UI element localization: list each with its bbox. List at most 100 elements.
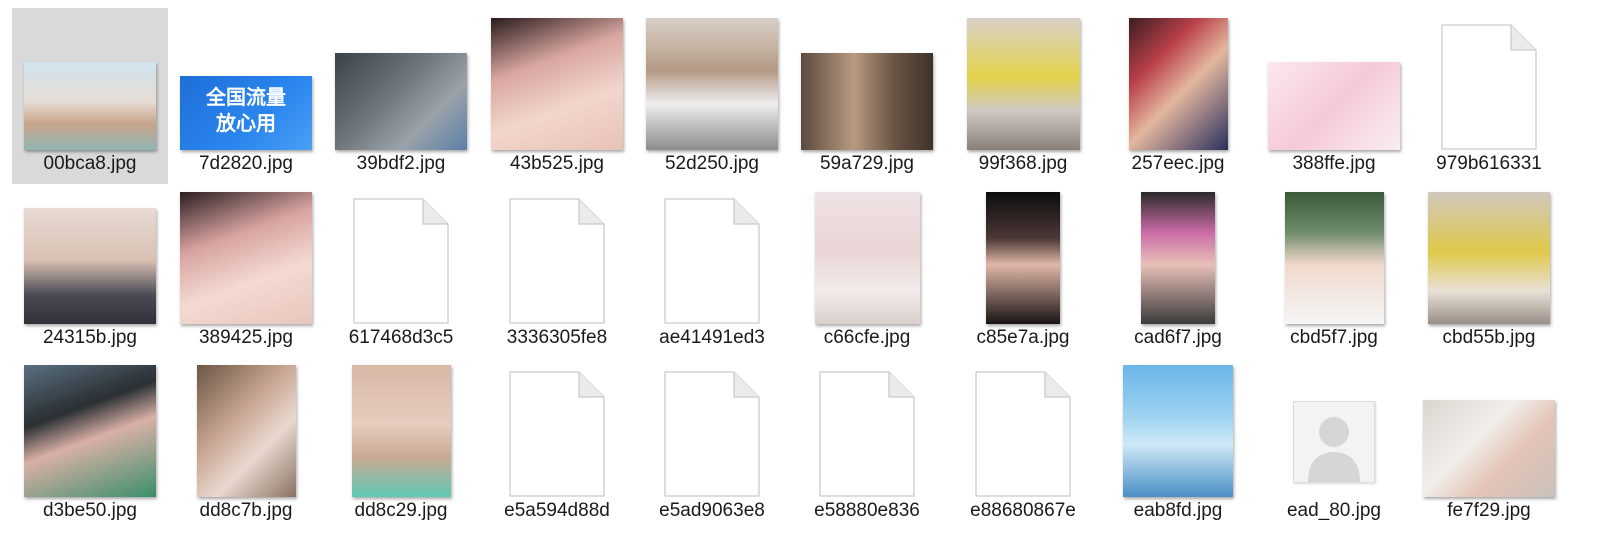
thumbnail-area [1411, 182, 1567, 324]
file-item[interactable]: cad6f7.jpg [1100, 182, 1256, 358]
image-thumbnail [1268, 62, 1400, 150]
file-name-label: 7d2820.jpg [198, 153, 294, 174]
file-item[interactable]: e58880e836 [789, 355, 945, 531]
file-name-label: 24315b.jpg [42, 327, 138, 348]
file-item[interactable]: e88680867e [945, 355, 1101, 531]
file-name-label: ae41491ed3 [659, 327, 765, 348]
file-item[interactable]: 389425.jpg [168, 182, 324, 358]
thumbnail-area [323, 355, 479, 497]
blank-file-icon [353, 198, 449, 324]
file-name-label: 59a729.jpg [819, 153, 915, 174]
image-thumbnail [24, 365, 156, 497]
image-thumbnail [491, 18, 623, 150]
image-thumbnail [196, 365, 296, 497]
file-name-label: e5ad9063e8 [659, 500, 765, 521]
file-item[interactable]: 257eec.jpg [1100, 8, 1256, 184]
file-item[interactable]: ead_80.jpg [1256, 355, 1412, 531]
image-thumbnail [646, 18, 778, 150]
file-item[interactable]: 39bdf2.jpg [323, 8, 479, 184]
file-item[interactable]: e5ad9063e8 [634, 355, 790, 531]
file-name-label: 3336305fe8 [506, 327, 608, 348]
file-item[interactable]: 99f368.jpg [945, 8, 1101, 184]
blank-file-icon [1441, 24, 1537, 150]
thumbnail-area [634, 8, 790, 150]
file-name-label: c85e7a.jpg [976, 327, 1070, 348]
thumbnail-area [168, 355, 324, 497]
thumbnail-area [12, 182, 168, 324]
blank-file-icon [664, 371, 760, 497]
image-thumbnail [1123, 365, 1233, 497]
file-name-label: ead_80.jpg [1286, 500, 1382, 521]
file-item[interactable]: 24315b.jpg [12, 182, 168, 358]
thumbnail-area [168, 182, 324, 324]
thumbnail-area [634, 182, 790, 324]
thumbnail-area [1100, 355, 1256, 497]
thumbnail-area [1100, 182, 1256, 324]
file-item[interactable]: dd8c7b.jpg [168, 355, 324, 531]
file-name-label: 43b525.jpg [509, 153, 605, 174]
file-name-label: 99f368.jpg [978, 153, 1068, 174]
file-item[interactable]: ae41491ed3 [634, 182, 790, 358]
blank-file-icon [819, 371, 915, 497]
blank-file-icon [975, 371, 1071, 497]
file-name-label: 00bca8.jpg [43, 153, 137, 174]
image-thumbnail [1128, 18, 1228, 150]
thumbnail-area [1411, 355, 1567, 497]
file-item[interactable]: 3336305fe8 [479, 182, 635, 358]
thumbnail-area [789, 8, 945, 150]
thumbnail-area [12, 355, 168, 497]
file-name-label: e88680867e [970, 500, 1076, 521]
file-item[interactable]: 全国流量 放心用 7d2820.jpg [168, 8, 324, 184]
image-thumbnail [986, 192, 1060, 324]
thumbnail-area [1256, 182, 1412, 324]
file-item[interactable]: d3be50.jpg [12, 355, 168, 531]
thumbnail-area [634, 355, 790, 497]
file-item[interactable]: cbd5f7.jpg [1256, 182, 1412, 358]
thumbnail-area [945, 8, 1101, 150]
thumbnail-area [323, 182, 479, 324]
image-thumbnail [1284, 192, 1384, 324]
file-item[interactable]: 388ffe.jpg [1256, 8, 1412, 184]
person-placeholder-icon [1293, 401, 1375, 483]
file-name-label: 979b616331 [1436, 153, 1542, 174]
thumbnail-area [1100, 8, 1256, 150]
file-name-label: fe7f29.jpg [1447, 500, 1531, 521]
thumbnail-area [479, 182, 635, 324]
file-name-label: cad6f7.jpg [1134, 327, 1222, 348]
thumbnail-area: 全国流量 放心用 [168, 8, 324, 150]
blank-file-icon [664, 198, 760, 324]
file-item[interactable]: 979b616331 [1411, 8, 1567, 184]
file-item[interactable]: c85e7a.jpg [945, 182, 1101, 358]
file-name-label: c66cfe.jpg [823, 327, 911, 348]
file-name-label: d3be50.jpg [42, 500, 138, 521]
image-thumbnail [24, 208, 156, 324]
image-thumbnail [801, 53, 933, 150]
file-name-label: cbd5f7.jpg [1290, 327, 1378, 348]
image-thumbnail [180, 192, 312, 324]
thumbnail-area [479, 355, 635, 497]
image-thumbnail [351, 365, 451, 497]
thumbnail-area [1411, 8, 1567, 150]
image-thumbnail [1423, 400, 1555, 497]
thumbnail-area [1256, 355, 1412, 497]
file-item[interactable]: 617468d3c5 [323, 182, 479, 358]
file-item[interactable]: eab8fd.jpg [1100, 355, 1256, 531]
file-name-label: dd8c29.jpg [354, 500, 448, 521]
file-item[interactable]: 00bca8.jpg [12, 8, 168, 184]
file-item[interactable]: c66cfe.jpg [789, 182, 945, 358]
file-name-label: e5a594d88d [504, 500, 610, 521]
file-grid: 00bca8.jpg 全国流量 放心用 7d2820.jpg 39bdf2.jpg 43… [0, 0, 1613, 546]
image-thumbnail [335, 53, 467, 150]
file-item[interactable]: 59a729.jpg [789, 8, 945, 184]
file-item[interactable]: 52d250.jpg [634, 8, 790, 184]
file-name-label: 52d250.jpg [664, 153, 760, 174]
file-name-label: eab8fd.jpg [1133, 500, 1223, 521]
blank-file-icon [509, 198, 605, 324]
file-item[interactable]: e5a594d88d [479, 355, 635, 531]
file-item[interactable]: fe7f29.jpg [1411, 355, 1567, 531]
file-name-label: 257eec.jpg [1131, 153, 1225, 174]
file-item[interactable]: dd8c29.jpg [323, 355, 479, 531]
image-thumbnail [1141, 192, 1215, 324]
file-item[interactable]: 43b525.jpg [479, 8, 635, 184]
file-item[interactable]: cbd55b.jpg [1411, 182, 1567, 358]
